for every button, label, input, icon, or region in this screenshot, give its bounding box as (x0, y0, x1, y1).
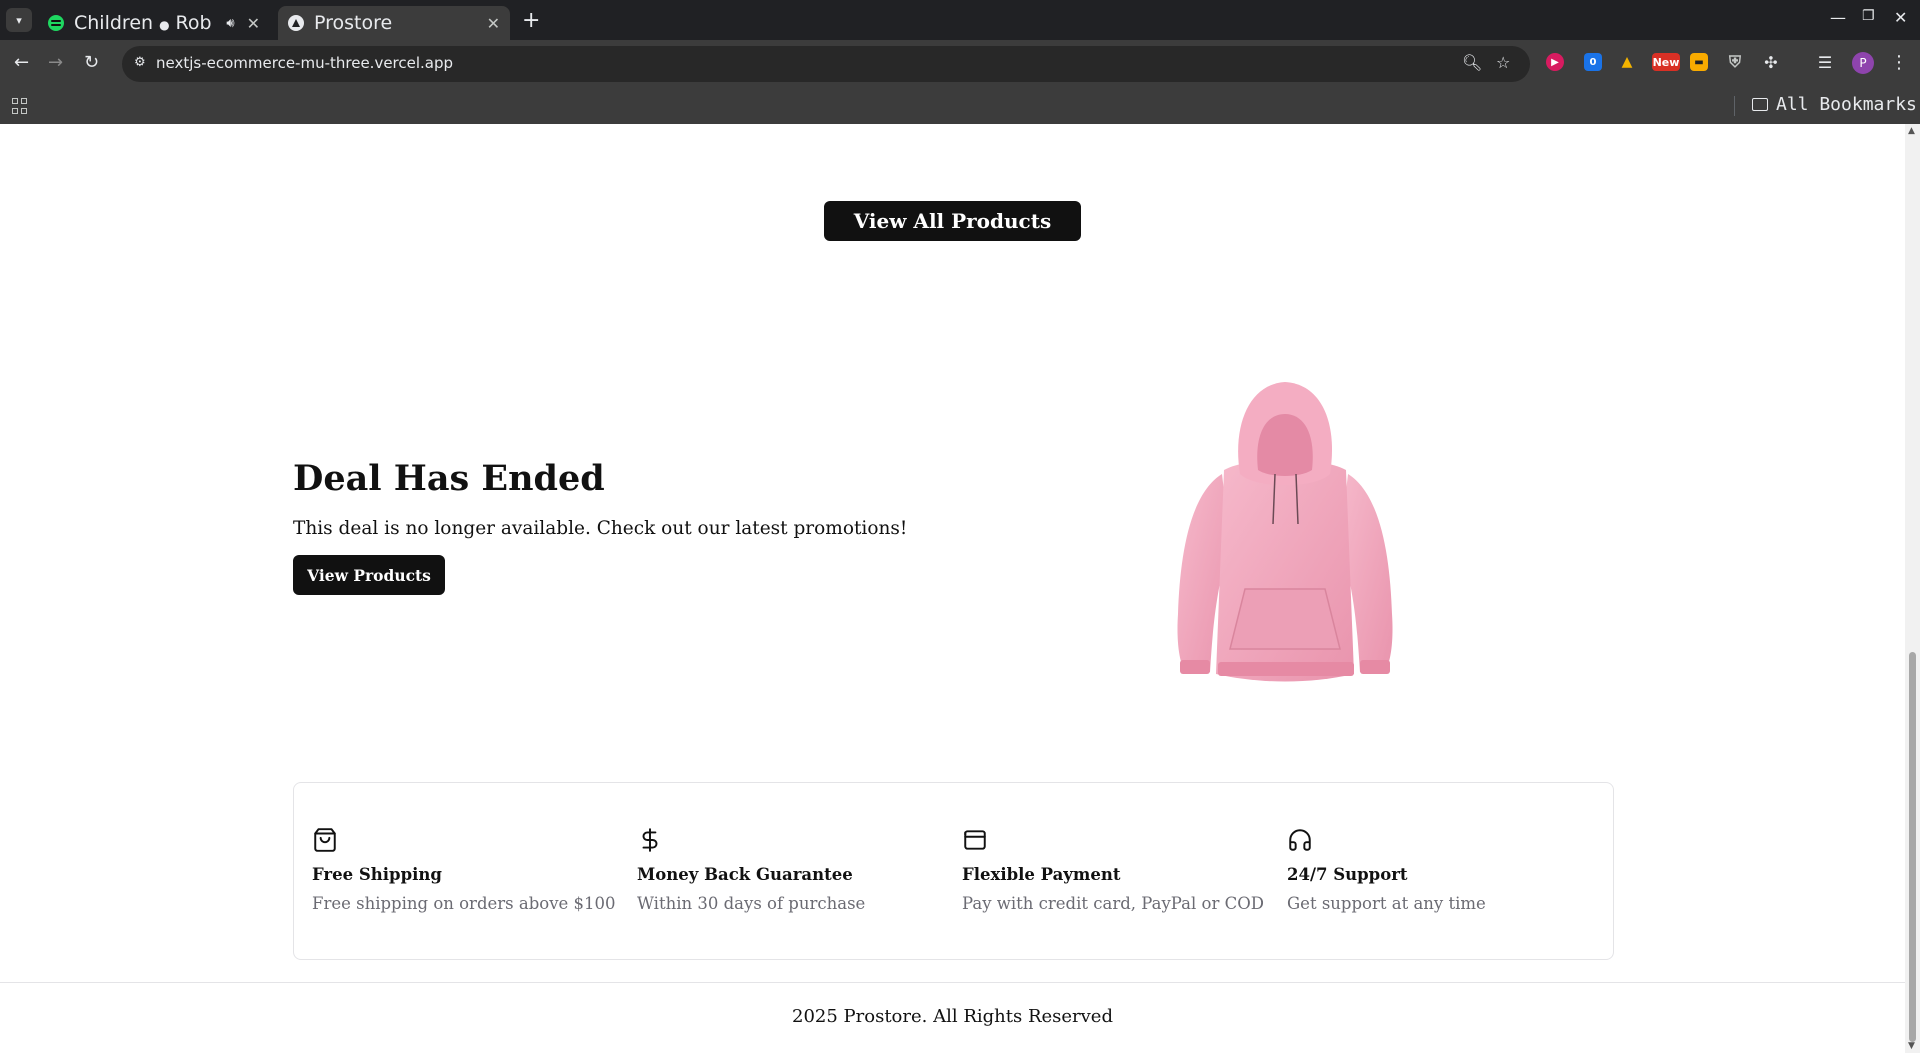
shopping-bag-icon (314, 828, 336, 852)
scrollbar-thumb[interactable] (1909, 652, 1916, 1042)
view-products-button[interactable]: View Products (293, 555, 445, 595)
headset-icon (1289, 829, 1311, 851)
address-bar[interactable]: ⚙ nextjs-ecommerce-mu-three.vercel.app 🔍… (122, 46, 1530, 82)
menu-kebab-icon[interactable]: ⋮ (1890, 52, 1908, 73)
page-scrollbar[interactable]: ▲ ▼ (1905, 124, 1920, 1053)
feature-description: Within 30 days of purchase (637, 894, 866, 913)
footer-divider (0, 982, 1905, 983)
browser-toolbar: ← → ↻ ⚙ nextjs-ecommerce-mu-three.vercel… (0, 40, 1920, 88)
new-tab-icon[interactable]: + (522, 8, 540, 33)
feature-title: Flexible Payment (962, 865, 1121, 884)
apps-grid-icon[interactable] (12, 98, 28, 114)
deal-description: This deal is no longer available. Check … (293, 518, 908, 539)
folder-icon (1752, 98, 1768, 111)
reload-icon[interactable]: ↻ (84, 52, 99, 73)
tab-search-button[interactable]: ▾ (6, 8, 32, 32)
zoom-icon[interactable]: 🔍︎ (1462, 53, 1482, 72)
footer-copyright: 2025 Prostore. All Rights Reserved (792, 1006, 1113, 1027)
shield-icon[interactable]: ⛨ (1726, 52, 1744, 71)
view-all-products-button[interactable]: View All Products (824, 201, 1081, 241)
wallet-icon (964, 830, 986, 850)
close-window-icon[interactable]: ✕ (1894, 8, 1907, 27)
profile-avatar[interactable]: P (1852, 52, 1874, 74)
feature-title: Money Back Guarantee (637, 865, 853, 884)
feature-support: 24/7 Support Get support at any time (1287, 827, 1607, 913)
bookmark-star-icon[interactable]: ☆ (1496, 53, 1510, 72)
feature-money-back: Money Back Guarantee Within 30 days of p… (637, 827, 957, 913)
extension-triangle-icon[interactable]: ▲ (1618, 53, 1636, 71)
extension-new-icon[interactable]: New (1652, 53, 1680, 71)
page-content: View All Products Deal Has Ended This de… (0, 124, 1905, 1053)
restore-icon[interactable]: ❐ (1862, 8, 1875, 24)
scroll-down-icon[interactable]: ▼ (1908, 1041, 1915, 1051)
bookmarks-bar: All Bookmarks (0, 88, 1920, 124)
tab-bar: ▾ Children ● Rob 🔊︎ ✕ Prostore ✕ + — ❐ ✕ (0, 0, 1920, 40)
spotify-icon (48, 15, 64, 31)
feature-free-shipping: Free Shipping Free shipping on orders ab… (312, 827, 632, 913)
speaker-icon[interactable]: 🔊︎ (226, 16, 234, 31)
features-card: Free Shipping Free shipping on orders ab… (293, 782, 1614, 960)
feature-description: Get support at any time (1287, 894, 1486, 913)
feature-description: Free shipping on orders above $100 (312, 894, 616, 913)
tab-title: Children ● Rob (74, 12, 212, 34)
prostore-favicon-icon (288, 15, 304, 31)
scroll-up-icon[interactable]: ▲ (1908, 126, 1915, 136)
media-queue-icon[interactable]: ☰ (1816, 53, 1834, 72)
forward-icon[interactable]: → (48, 52, 63, 73)
all-bookmarks-button[interactable]: All Bookmarks (1752, 94, 1917, 115)
pink-hoodie-image (1177, 382, 1393, 682)
extension-counter-icon[interactable]: 0 (1584, 53, 1602, 71)
back-icon[interactable]: ← (14, 52, 29, 73)
dollar-sign-icon (642, 828, 658, 852)
url-text[interactable]: nextjs-ecommerce-mu-three.vercel.app (156, 54, 453, 72)
site-info-icon[interactable]: ⚙ (134, 55, 152, 73)
tab-title: Prostore (314, 12, 393, 34)
tab-prostore[interactable]: Prostore ✕ (278, 6, 510, 40)
minimize-icon[interactable]: — (1830, 8, 1846, 27)
feature-description: Pay with credit card, PayPal or COD (962, 894, 1264, 913)
feature-title: Free Shipping (312, 865, 442, 884)
all-bookmarks-label: All Bookmarks (1776, 94, 1917, 115)
extensions-puzzle-icon[interactable]: ✣ (1762, 53, 1780, 72)
close-tab-icon[interactable]: ✕ (487, 14, 500, 33)
extension-card-icon[interactable]: ▬ (1690, 53, 1708, 71)
bookmarks-separator (1734, 96, 1735, 116)
close-tab-icon[interactable]: ✕ (247, 14, 260, 33)
feature-title: 24/7 Support (1287, 865, 1408, 884)
feature-flexible-payment: Flexible Payment Pay with credit card, P… (962, 827, 1282, 913)
extension-record-icon[interactable]: ▶ (1546, 53, 1564, 71)
tab-children[interactable]: Children ● Rob 🔊︎ ✕ (38, 6, 270, 40)
deal-title: Deal Has Ended (293, 458, 605, 499)
